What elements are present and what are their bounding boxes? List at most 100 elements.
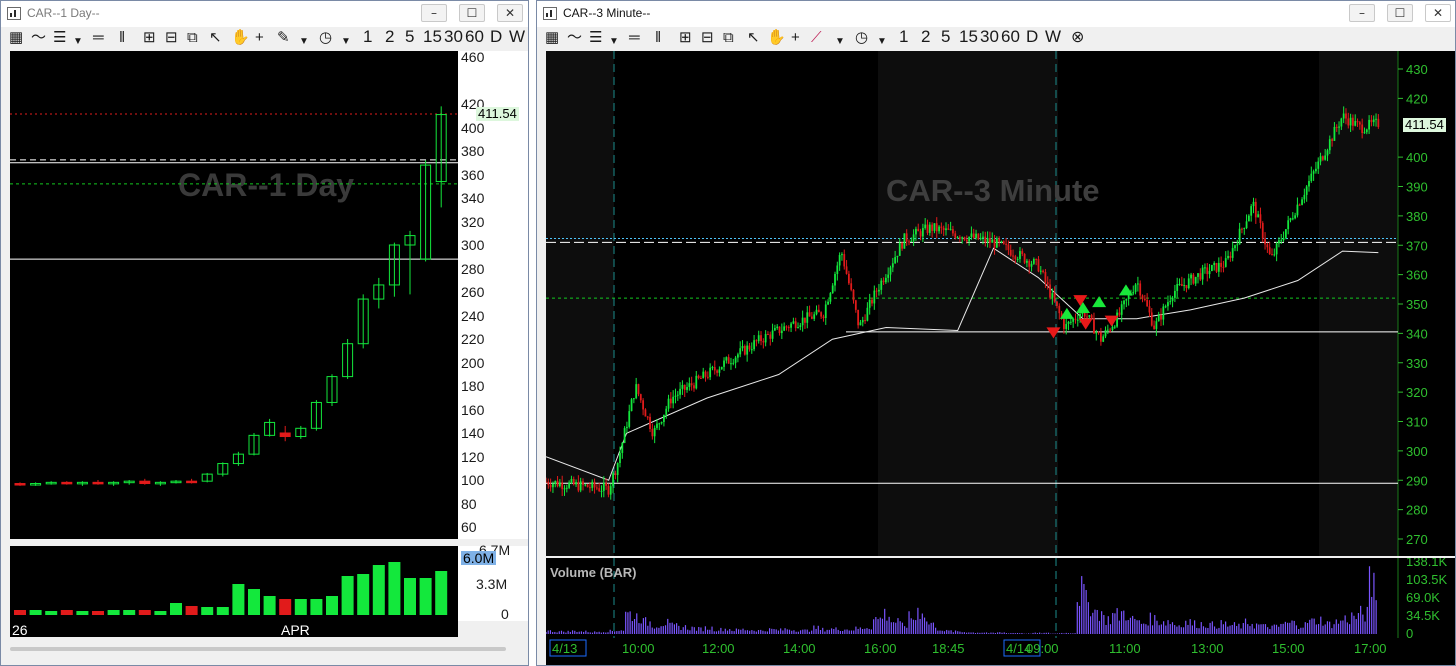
candle-body bbox=[1328, 139, 1331, 151]
pointer-icon[interactable]: ↖ bbox=[747, 30, 760, 46]
candle-body bbox=[1315, 168, 1317, 172]
candle-body bbox=[804, 317, 806, 323]
studies-icon[interactable]: ☰ bbox=[589, 30, 602, 46]
decrease-bars-icon[interactable]: ═ bbox=[629, 30, 640, 46]
date-label-26: 26 bbox=[12, 622, 28, 638]
price-tick: 310 bbox=[1406, 415, 1428, 430]
crosshair-icon[interactable]: + bbox=[791, 30, 800, 46]
candle-body bbox=[1194, 276, 1197, 284]
candle-body bbox=[1238, 228, 1241, 245]
line-style-icon[interactable]: 〜 bbox=[567, 30, 582, 46]
candle-body bbox=[836, 265, 839, 275]
studies-icon[interactable]: ☰ bbox=[53, 30, 66, 46]
chevron-down-icon[interactable]: ▼ bbox=[299, 34, 309, 50]
candle-body bbox=[1134, 284, 1137, 292]
zoom-out-icon[interactable]: ⊟ bbox=[165, 30, 178, 46]
bar-style-icon[interactable]: ▦ bbox=[9, 30, 23, 46]
candle-body bbox=[1009, 249, 1012, 256]
interval-1[interactable]: 1 bbox=[899, 28, 908, 45]
candle-body bbox=[558, 482, 561, 487]
interval-2[interactable]: 2 bbox=[385, 28, 394, 45]
price-tick: 180 bbox=[461, 378, 485, 394]
interval-weekly[interactable]: W bbox=[509, 28, 525, 45]
candle-body bbox=[947, 228, 950, 230]
close-button[interactable]: ✕ bbox=[497, 4, 523, 22]
horizontal-scrollbar[interactable] bbox=[10, 647, 506, 651]
chevron-down-icon[interactable]: ▼ bbox=[835, 34, 845, 50]
candle-body bbox=[628, 411, 631, 427]
daily-price-chart[interactable]: CAR--1 Day bbox=[10, 51, 458, 539]
date-label-apr: APR bbox=[281, 622, 310, 638]
zoom-in-icon[interactable]: ⊞ bbox=[143, 30, 156, 46]
interval-weekly[interactable]: W bbox=[1045, 28, 1061, 45]
volume-bar bbox=[92, 611, 104, 615]
candle-body bbox=[616, 462, 619, 476]
increase-bars-icon[interactable]: ‖ bbox=[119, 30, 125, 46]
interval-15[interactable]: 15 bbox=[423, 28, 442, 45]
interval-5[interactable]: 5 bbox=[941, 28, 950, 45]
hand-icon[interactable]: ✋ bbox=[231, 30, 250, 46]
interval-1[interactable]: 1 bbox=[363, 28, 372, 45]
buy-signal-arrow bbox=[1076, 301, 1090, 313]
intraday-price-chart[interactable]: CAR--3 Minute 430 420 400 390 380 370 360 350 340… bbox=[546, 51, 1456, 556]
zoom-fit-icon[interactable]: ⧉ bbox=[187, 30, 198, 46]
maximize-button[interactable]: ☐ bbox=[459, 4, 485, 22]
candle-body bbox=[1335, 126, 1338, 128]
clock-icon[interactable]: ◷ bbox=[319, 30, 332, 46]
candle-body bbox=[1143, 298, 1146, 301]
interval-60[interactable]: 60 bbox=[465, 28, 484, 45]
candle-body bbox=[1030, 263, 1033, 267]
last-price-tag: 411.54 bbox=[476, 106, 519, 121]
daily-volume-chart[interactable] bbox=[10, 546, 458, 621]
candle-body bbox=[838, 255, 841, 266]
interval-daily[interactable]: D bbox=[490, 28, 502, 45]
chart-toolbar: ▦ 〜 ☰ ▼ ═ ‖ ⊞ ⊟ ⧉ ↖ ✋ + ⟋ ▼ ◷ ▼ 1 2 5 15… bbox=[537, 27, 1455, 51]
interval-daily[interactable]: D bbox=[1026, 28, 1038, 45]
crosshair-icon[interactable]: + bbox=[255, 30, 264, 46]
intraday-volume-chart[interactable]: 138.1K 103.5K 69.0K 34.5K 0 bbox=[546, 558, 1456, 638]
chevron-down-icon[interactable]: ▼ bbox=[341, 34, 351, 50]
volume-tick-mid: 3.3M bbox=[476, 576, 508, 592]
decrease-bars-icon[interactable]: ═ bbox=[93, 30, 104, 46]
bar-style-icon[interactable]: ▦ bbox=[545, 30, 559, 46]
interval-15[interactable]: 15 bbox=[959, 28, 978, 45]
zoom-out-icon[interactable]: ⊟ bbox=[701, 30, 714, 46]
zoom-fit-icon[interactable]: ⧉ bbox=[723, 30, 734, 46]
candle-body bbox=[1347, 118, 1350, 126]
candle-body bbox=[1222, 266, 1225, 268]
chevron-down-icon[interactable]: ▼ bbox=[73, 34, 83, 50]
interval-5[interactable]: 5 bbox=[405, 28, 414, 45]
interval-30[interactable]: 30 bbox=[444, 28, 463, 45]
close-button[interactable]: ✕ bbox=[1425, 4, 1451, 22]
candle-body bbox=[829, 293, 832, 302]
candle-body bbox=[730, 363, 732, 365]
interval-2[interactable]: 2 bbox=[921, 28, 930, 45]
time-axis[interactable]: 4/13 10:00 12:00 14:00 16:00 18:45 4/1409:00 11… bbox=[546, 638, 1456, 666]
draw-pencil-icon[interactable]: ✎ bbox=[277, 30, 290, 46]
date-axis[interactable]: 26 APR bbox=[10, 621, 458, 638]
candle-body bbox=[1208, 271, 1211, 275]
minimize-button[interactable]: – bbox=[421, 4, 447, 22]
candle-body bbox=[609, 486, 612, 495]
candle-body bbox=[1173, 290, 1176, 298]
title-bar[interactable]: CAR--3 Minute-- – ☐ ✕ bbox=[537, 1, 1455, 27]
trendline-icon[interactable]: ⟋ bbox=[811, 30, 822, 46]
pointer-icon[interactable]: ↖ bbox=[209, 30, 222, 46]
line-style-icon[interactable]: 〜 bbox=[31, 30, 46, 46]
interval-60[interactable]: 60 bbox=[1001, 28, 1020, 45]
candle-body bbox=[607, 485, 610, 495]
hand-icon[interactable]: ✋ bbox=[767, 30, 786, 46]
increase-bars-icon[interactable]: ‖ bbox=[655, 30, 661, 46]
chevron-down-icon[interactable]: ▼ bbox=[609, 34, 619, 50]
maximize-button[interactable]: ☐ bbox=[1387, 4, 1413, 22]
clock-icon[interactable]: ◷ bbox=[855, 30, 868, 46]
chevron-down-icon[interactable]: ▼ bbox=[877, 34, 887, 50]
title-bar[interactable]: CAR--1 Day-- – ☐ ✕ bbox=[1, 1, 528, 27]
candle-body bbox=[651, 429, 654, 437]
zoom-in-icon[interactable]: ⊞ bbox=[679, 30, 692, 46]
price-tick: 140 bbox=[461, 425, 485, 441]
minimize-button[interactable]: – bbox=[1349, 4, 1375, 22]
candle-body bbox=[882, 280, 885, 283]
interval-30[interactable]: 30 bbox=[980, 28, 999, 45]
close-chart-icon[interactable]: ⊗ bbox=[1071, 30, 1084, 46]
